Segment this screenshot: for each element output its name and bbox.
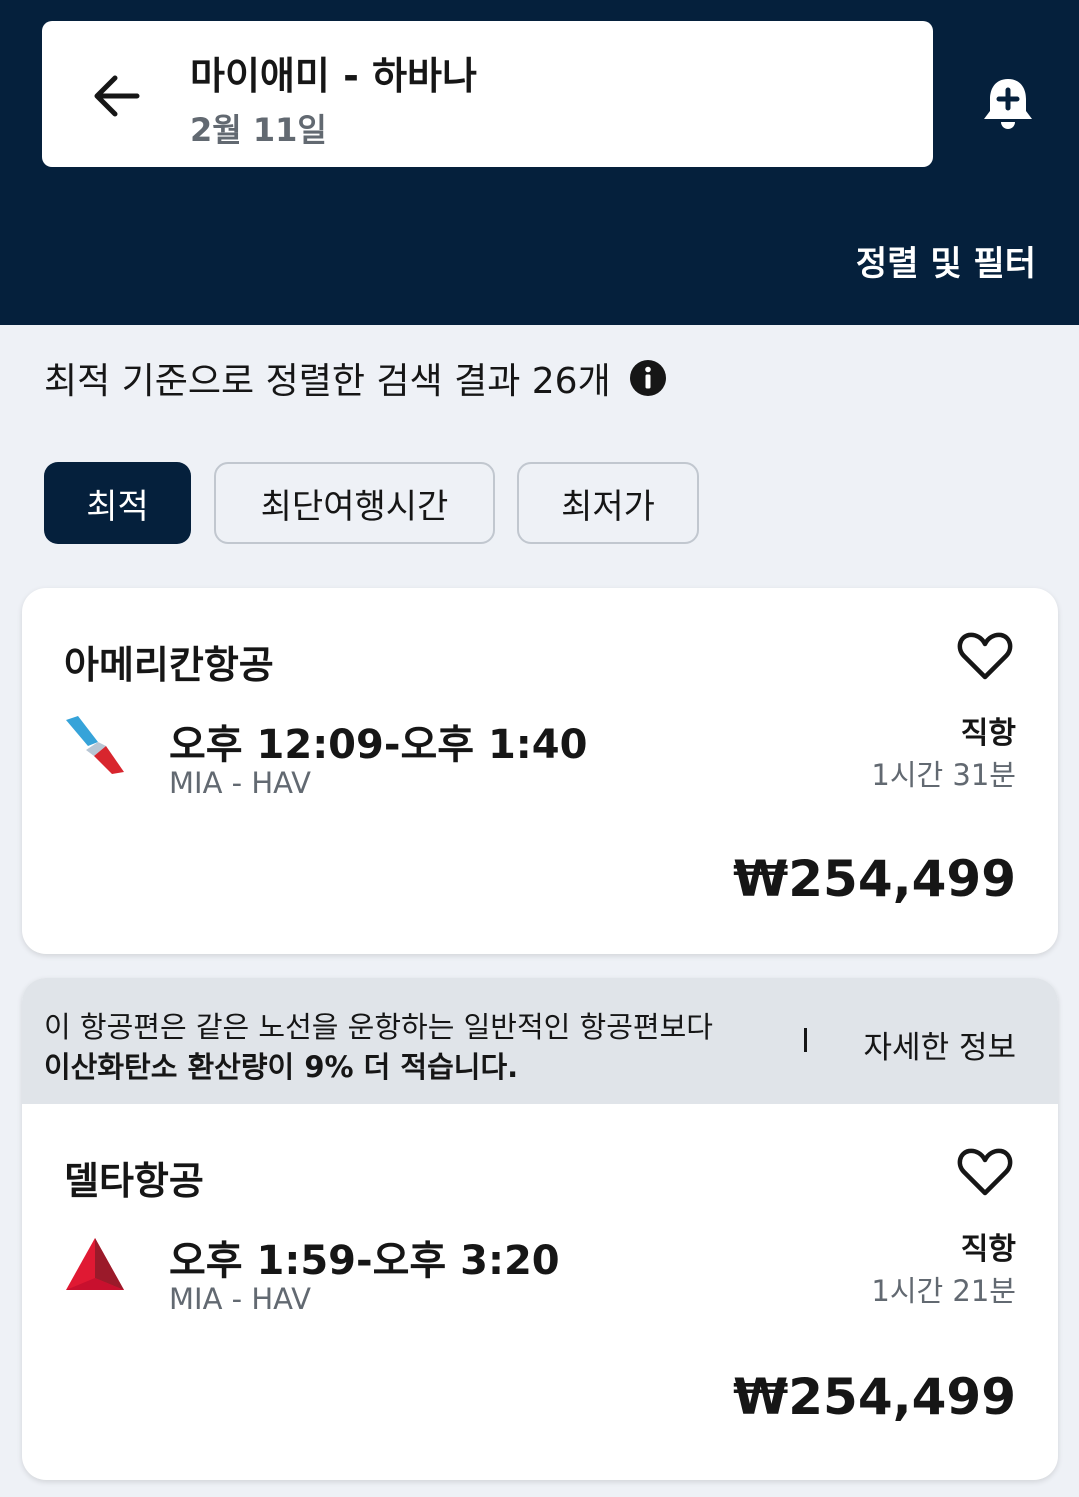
favorite-button[interactable] <box>952 626 1018 686</box>
flight-airports: MIA - HAV <box>169 1282 311 1316</box>
airline-name: 아메리칸항공 <box>64 643 274 687</box>
tab-fastest[interactable]: 최단여행시간 <box>214 462 495 544</box>
eco-text-line1: 이 항공편은 같은 노선을 운항하는 일반적인 항공편보다 <box>44 1010 713 1044</box>
flight-card[interactable]: 이 항공편은 같은 노선을 운항하는 일반적인 항공편보다 이산화탄소 환산량이… <box>22 978 1058 1480</box>
route-date: 2월 11일 <box>190 111 327 149</box>
heart-icon <box>957 1148 1013 1196</box>
heart-icon <box>957 632 1013 680</box>
flight-price: ₩254,499 <box>733 1368 1016 1426</box>
eco-text-line2: 이산화탄소 환산량이 9% 더 적습니다. <box>44 1050 519 1084</box>
tab-cheapest[interactable]: 최저가 <box>517 462 699 544</box>
bell-plus-icon <box>984 79 1032 129</box>
delta-logo-icon <box>66 1238 124 1290</box>
results-summary-text: 최적 기준으로 정렬한 검색 결과 26개 <box>44 361 611 402</box>
flight-airports: MIA - HAV <box>169 766 311 800</box>
price-alert-button[interactable] <box>975 70 1041 136</box>
results-summary: 최적 기준으로 정렬한 검색 결과 26개 <box>44 352 667 404</box>
flight-stops: 직항 <box>960 1232 1016 1267</box>
flight-card[interactable]: 아메리칸항공 오후 12:09-오후 1:40 MIA - HAV 직항 1시간… <box>22 588 1058 954</box>
search-summary-box[interactable]: 마이애미 - 하바나 2월 11일 <box>42 21 933 167</box>
american-airlines-logo-icon <box>66 716 124 774</box>
back-button[interactable] <box>78 61 154 131</box>
flight-duration: 1시간 21분 <box>871 1274 1016 1308</box>
info-icon[interactable] <box>629 359 667 397</box>
flight-duration: 1시간 31분 <box>871 758 1016 792</box>
airline-name: 델타항공 <box>64 1159 204 1203</box>
eco-more-info-link[interactable]: 자세한 정보 <box>864 1022 1016 1067</box>
top-header: 마이애미 - 하바나 2월 11일 정렬 및 필터 <box>0 0 1079 325</box>
sort-filter-button[interactable]: 정렬 및 필터 <box>856 236 1036 285</box>
tab-best[interactable]: 최적 <box>44 462 191 544</box>
eco-divider <box>804 1028 807 1052</box>
route-title: 마이애미 - 하바나 <box>190 54 477 98</box>
flight-times: 오후 1:59-오후 3:20 <box>169 1238 560 1284</box>
arrow-left-icon <box>94 75 140 117</box>
eco-banner: 이 항공편은 같은 노선을 운항하는 일반적인 항공편보다 이산화탄소 환산량이… <box>22 978 1058 1104</box>
favorite-button[interactable] <box>952 1142 1018 1202</box>
flight-price: ₩254,499 <box>733 850 1016 908</box>
flight-times: 오후 12:09-오후 1:40 <box>169 722 588 768</box>
flight-stops: 직항 <box>960 716 1016 751</box>
